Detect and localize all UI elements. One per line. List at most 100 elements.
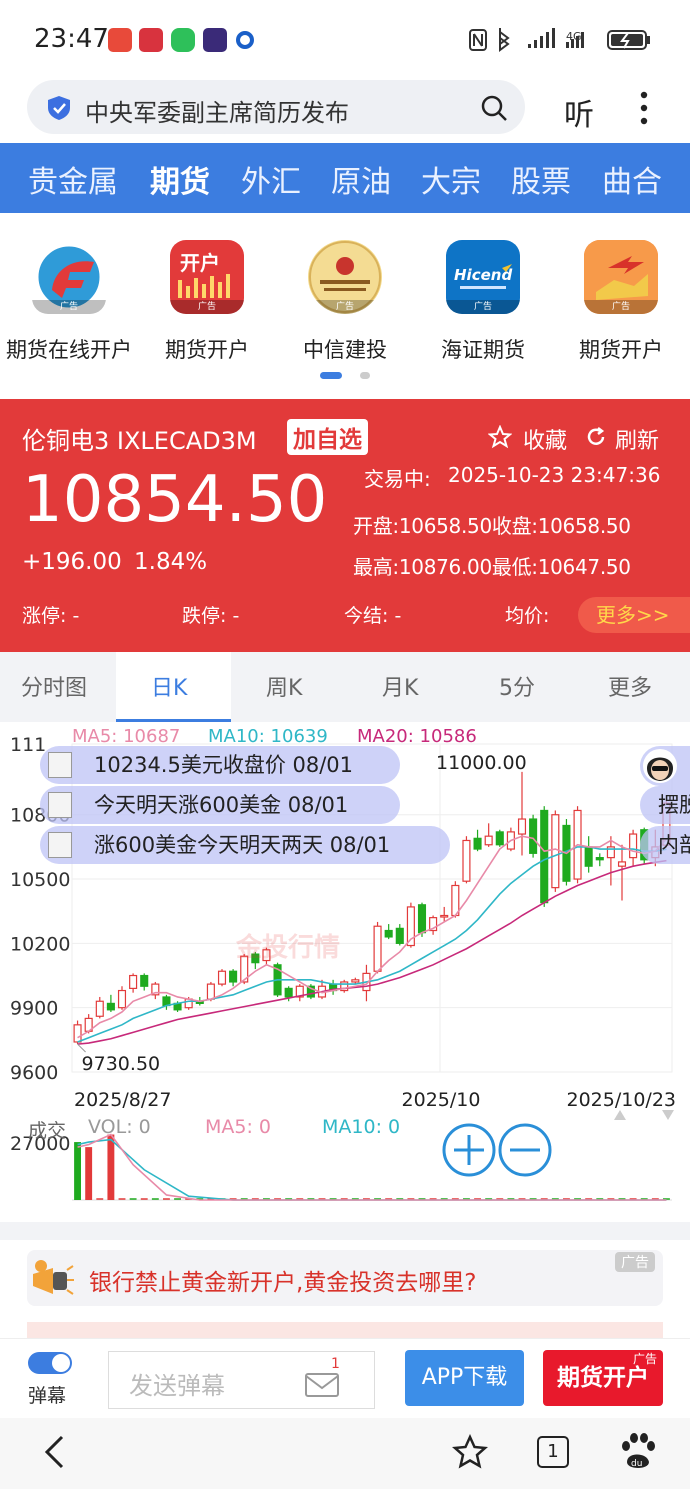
danmu-text: 10234.5美元收盘价 08/01 <box>94 753 354 777</box>
search-input[interactable]: 中央军委副主席简历发布 <box>27 80 525 134</box>
ad-banner-text: 银行禁止黄金新开户,黄金投资去哪里? <box>89 1270 477 1296</box>
quote-panel: 伦铜电3 IXLECAD3M 加自选 收藏 刷新 10854.50 交易中: 2… <box>0 399 690 652</box>
listen-button[interactable]: 听 <box>564 90 594 134</box>
status-time: 23:47 <box>34 24 109 54</box>
tab-monthly-k[interactable]: 月K <box>382 670 418 702</box>
notification-app-icon <box>139 28 163 52</box>
app-ad-item[interactable]: 广告 期货在线开户 <box>1 240 137 364</box>
tab-weekly-k[interactable]: 周K <box>266 670 302 702</box>
app-ad-item[interactable]: 广告 中信建投 <box>277 240 413 364</box>
min-price-pointer <box>77 1043 86 1053</box>
browser-notification-icon <box>236 31 254 49</box>
y-tick-label: 9900 <box>10 998 58 1020</box>
candle <box>595 857 604 861</box>
megaphone-icon <box>33 1260 74 1295</box>
app-ad-label: 海证期货 <box>441 338 525 362</box>
tab-precious-metals[interactable]: 贵金属 <box>28 157 118 201</box>
more-quote-button[interactable]: 更多>> <box>578 597 690 633</box>
limit-down: 跌停: - <box>182 605 240 627</box>
candle <box>462 839 471 882</box>
search-icon[interactable] <box>480 94 508 122</box>
more-menu-icon[interactable] <box>638 90 650 126</box>
add-watchlist-button[interactable]: 加自选 <box>287 419 368 455</box>
danmu-bubble[interactable] <box>640 746 690 786</box>
tab-crude-oil[interactable]: 原油 <box>331 157 391 201</box>
candle <box>117 989 127 1009</box>
volume-label: 成交 <box>28 1120 67 1142</box>
zoom-controls <box>442 1123 552 1177</box>
tab-more[interactable]: 曲合 <box>602 157 662 201</box>
volume-ma10-line <box>77 1138 667 1201</box>
volume-ma5: MA5: 0 <box>205 1116 272 1138</box>
app-download-button[interactable]: APP下载 <box>405 1350 524 1406</box>
bookmark-star-icon[interactable] <box>452 1434 488 1470</box>
tab-intraday[interactable]: 分时图 <box>21 670 87 702</box>
danmu-text: 今天明天涨600美金 08/01 <box>94 793 349 817</box>
candle <box>162 996 171 1007</box>
volume-bar <box>74 1142 81 1200</box>
bottom-action-bar: 弹幕 发送弹幕 1 APP下载 期货开户 广告 <box>0 1338 690 1418</box>
tab-stocks[interactable]: 股票 <box>511 157 571 201</box>
app-ad-label: 期货在线开户 <box>6 338 132 362</box>
app-ad-item[interactable]: 广告 期货开户 <box>553 240 689 364</box>
danmu-bubble[interactable]: 内部 <box>640 826 690 864</box>
scroll-arrows-icon[interactable] <box>612 1108 678 1122</box>
danmu-bubble[interactable]: 涨600美金今天明天两天 08/01 <box>40 826 450 864</box>
candle <box>629 833 638 859</box>
candle <box>517 818 527 835</box>
tab-5min[interactable]: 5分 <box>499 670 535 702</box>
danmu-text: 摆脱 <box>658 793 690 817</box>
danmu-input[interactable]: 发送弹幕 1 <box>108 1351 375 1409</box>
tab-count: 1 <box>547 1441 559 1462</box>
trading-status: 交易中: <box>364 467 431 491</box>
danmu-bubble[interactable]: 今天明天涨600美金 08/01 <box>40 786 400 824</box>
zoom-out-icon[interactable] <box>498 1123 552 1177</box>
divider <box>0 1222 690 1240</box>
app-ad-item[interactable]: Hicend 广告 海证期货 <box>415 240 551 364</box>
tab-more-periods[interactable]: 更多 <box>608 670 652 702</box>
candle <box>106 1002 115 1011</box>
search-placeholder: 中央军委副主席简历发布 <box>85 99 349 127</box>
danmu-toggle[interactable] <box>28 1352 72 1374</box>
refresh-button[interactable]: 刷新 <box>615 423 659 455</box>
tab-commodities[interactable]: 大宗 <box>421 157 481 201</box>
high-low: 最高:10876.00最低:10647.50 <box>353 555 631 579</box>
svg-text:开户: 开户 <box>180 251 220 275</box>
candle <box>373 925 382 972</box>
danmu-text: 涨600美金今天明天两天 08/01 <box>94 833 391 857</box>
limit-up: 涨停: - <box>22 605 80 627</box>
danmu-bubble[interactable]: 10234.5美元收盘价 08/01 <box>40 746 400 784</box>
tab-daily-k[interactable]: 日K <box>151 670 187 702</box>
baidu-paw-icon[interactable]: du <box>618 1432 656 1472</box>
candle <box>540 809 549 904</box>
zoom-in-icon[interactable] <box>442 1123 496 1177</box>
star-icon[interactable] <box>488 425 512 449</box>
app-ad-item[interactable]: 开户 广告 期货开户 <box>139 240 275 364</box>
favorite-button[interactable]: 收藏 <box>523 423 567 455</box>
candle <box>206 983 215 1000</box>
candle <box>284 987 293 998</box>
ad-banner[interactable]: 银行禁止黄金新开户,黄金投资去哪里? 广告 <box>27 1250 663 1306</box>
y-tick-label: 111 <box>10 734 46 756</box>
kline-chart[interactable]: MA5: 10687 MA10: 10639 MA20: 10586 111 10… <box>0 722 690 1222</box>
kaihu-chart-icon: 开户 广告 <box>170 240 244 314</box>
futures-online-logo-icon: 广告 <box>32 240 106 314</box>
candle <box>229 970 238 983</box>
refresh-icon[interactable] <box>585 426 607 448</box>
candle <box>140 974 149 987</box>
candle <box>495 831 504 846</box>
candle <box>584 846 593 867</box>
x-tick-label: 2025/10 <box>402 1089 481 1111</box>
back-icon[interactable] <box>40 1434 70 1470</box>
volume-value: VOL: 0 <box>88 1116 151 1138</box>
tab-forex[interactable]: 外汇 <box>241 157 301 201</box>
category-tabs: 贵金属 期货 外汇 原油 大宗 股票 曲合 <box>0 143 690 213</box>
danmu-bubble[interactable]: 摆脱 <box>640 786 690 824</box>
y-tick-label: 9600 <box>10 1062 58 1084</box>
tab-futures[interactable]: 期货 <box>150 157 210 201</box>
tabs-button[interactable]: 1 <box>537 1436 569 1468</box>
last-price: 10854.50 <box>22 463 328 537</box>
carousel-dot-active <box>320 372 342 379</box>
ad-tag: 广告 <box>170 300 244 314</box>
volume-ma10: MA10: 0 <box>322 1116 401 1138</box>
